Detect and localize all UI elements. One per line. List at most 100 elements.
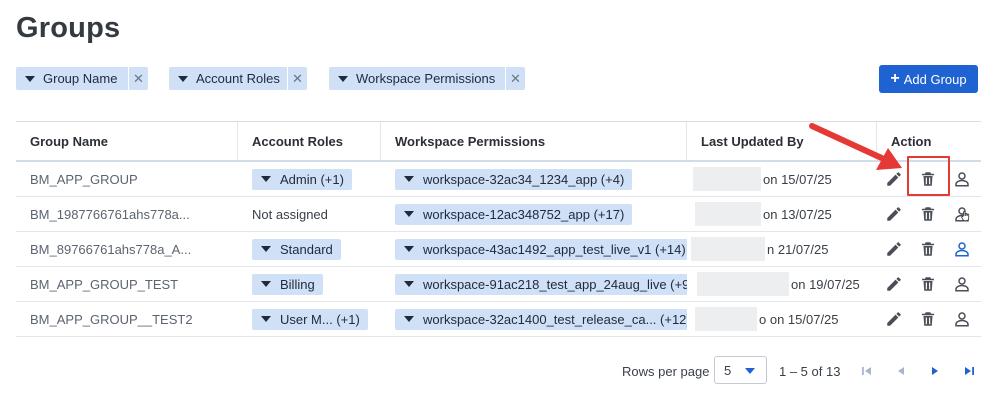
- edit-pencil-icon[interactable]: [885, 240, 903, 258]
- action-cell: [877, 197, 981, 231]
- filter-chip-label: Account Roles: [196, 71, 280, 86]
- action-cell: [877, 302, 981, 336]
- caret-down-icon: [404, 281, 414, 287]
- filter-chip-workspace-permissions[interactable]: Workspace Permissions ✕: [329, 67, 525, 90]
- user-icon[interactable]: [953, 205, 971, 223]
- close-icon[interactable]: ✕: [505, 67, 525, 90]
- redacted-user: [693, 167, 761, 191]
- workspace-tag[interactable]: workspace-43ac1492_app_test_live_v1 (+14…: [395, 238, 687, 260]
- redacted-user: [695, 202, 761, 226]
- caret-down-icon: [25, 75, 35, 82]
- role-tag[interactable]: Billing: [252, 273, 323, 295]
- workspace-tag-label: workspace-12ac348752_app (+17): [423, 206, 625, 222]
- last-updated-cell: on 13/07/25: [687, 197, 877, 231]
- delete-trash-icon[interactable]: [919, 205, 937, 223]
- role-tag[interactable]: Standard: [252, 238, 341, 260]
- user-icon[interactable]: [953, 170, 971, 188]
- role-tag[interactable]: User M... (+1): [252, 308, 368, 330]
- caret-down-icon: [404, 176, 414, 182]
- filter-chip-group-name[interactable]: Group Name ✕: [16, 67, 148, 90]
- filter-chip-account-roles[interactable]: Account Roles ✕: [169, 67, 307, 90]
- workspace-cell: workspace-91ac218_test_app_24aug_live (+…: [381, 267, 687, 301]
- pagination: Rows per page 5 1 – 5 of 13: [0, 356, 1005, 386]
- column-header-account-roles[interactable]: Account Roles: [238, 122, 381, 160]
- caret-down-icon: [338, 75, 348, 82]
- workspace-tag-label: workspace-43ac1492_app_test_live_v1 (+14…: [423, 241, 686, 257]
- redacted-user: [697, 272, 789, 296]
- table-row: BM_1987766761ahs778a... Not assigned wor…: [16, 197, 981, 232]
- delete-trash-icon[interactable]: [919, 240, 937, 258]
- redacted-user: [691, 237, 765, 261]
- close-icon[interactable]: ✕: [287, 67, 307, 90]
- close-icon[interactable]: ✕: [128, 67, 148, 90]
- role-tag-label: User M... (+1): [280, 311, 360, 327]
- caret-down-icon: [178, 75, 188, 82]
- user-icon[interactable]: [953, 310, 971, 328]
- column-header-workspace-permissions[interactable]: Workspace Permissions: [381, 122, 687, 160]
- workspace-tag[interactable]: workspace-12ac348752_app (+17): [395, 203, 633, 225]
- group-name-cell[interactable]: BM_89766761ahs778a_A...: [16, 232, 238, 266]
- first-page-icon[interactable]: [859, 363, 875, 379]
- action-cell: [877, 267, 981, 301]
- next-page-icon[interactable]: [927, 363, 943, 379]
- table-row: BM_89766761ahs778a_A... Standard workspa…: [16, 232, 981, 267]
- updated-date: n 21/07/25: [767, 241, 829, 257]
- account-roles-cell: Admin (+1): [238, 162, 381, 196]
- user-icon[interactable]: [953, 275, 971, 293]
- workspace-tag-label: workspace-32ac34_1234_app (+4): [423, 171, 625, 187]
- updated-date: on 13/07/25: [763, 206, 832, 222]
- caret-down-icon: [261, 316, 271, 322]
- table-row: BM_APP_GROUP_TEST Billing workspace-91ac…: [16, 267, 981, 302]
- caret-down-icon: [404, 316, 414, 322]
- group-name-cell[interactable]: BM_1987766761ahs778a...: [16, 197, 238, 231]
- last-updated-cell: n 21/07/25: [687, 232, 877, 266]
- action-cell: [877, 232, 981, 266]
- column-header-group-name[interactable]: Group Name: [16, 122, 238, 160]
- workspace-tag[interactable]: workspace-91ac218_test_app_24aug_live (+…: [395, 273, 687, 295]
- delete-highlight-box: [907, 156, 950, 196]
- delete-trash-icon[interactable]: [919, 310, 937, 328]
- workspace-cell: workspace-12ac348752_app (+17): [381, 197, 687, 231]
- edit-pencil-icon[interactable]: [885, 275, 903, 293]
- page-title: Groups: [16, 12, 121, 44]
- last-updated-cell: o on 15/07/25: [687, 302, 877, 336]
- updated-date: on 19/07/25: [791, 276, 860, 292]
- caret-down-icon: [745, 368, 755, 374]
- rows-per-page-value: 5: [724, 362, 732, 378]
- workspace-tag-label: workspace-91ac218_test_app_24aug_live (+…: [423, 276, 687, 292]
- group-name-cell[interactable]: BM_APP_GROUP: [16, 162, 238, 196]
- pagination-range: 1 – 5 of 13: [779, 364, 841, 379]
- role-tag-label: Standard: [280, 241, 333, 257]
- redacted-user: [695, 307, 757, 331]
- group-name-cell[interactable]: BM_APP_GROUP__TEST2: [16, 302, 238, 336]
- account-roles-cell: User M... (+1): [238, 302, 381, 336]
- workspace-tag[interactable]: workspace-32ac1400_test_release_ca... (+…: [395, 308, 687, 330]
- edit-pencil-icon[interactable]: [885, 310, 903, 328]
- add-group-label: Add Group: [903, 71, 967, 87]
- delete-trash-icon[interactable]: [919, 275, 937, 293]
- workspace-tag[interactable]: workspace-32ac34_1234_app (+4): [395, 168, 633, 190]
- rows-per-page-select[interactable]: 5: [714, 356, 767, 384]
- annotation-arrow: [809, 123, 902, 170]
- workspace-tag-label: workspace-32ac1400_test_release_ca... (+…: [423, 311, 687, 327]
- rows-per-page-label: Rows per page: [622, 364, 710, 379]
- edit-pencil-icon[interactable]: [885, 205, 903, 223]
- user-icon[interactable]: [953, 240, 971, 258]
- workspace-cell: workspace-32ac34_1234_app (+4): [381, 162, 687, 196]
- filter-chip-label: Group Name: [43, 71, 118, 86]
- caret-down-icon: [261, 281, 271, 287]
- updated-date: o on 15/07/25: [759, 311, 839, 327]
- caret-down-icon: [404, 211, 414, 217]
- group-name-cell[interactable]: BM_APP_GROUP_TEST: [16, 267, 238, 301]
- role-tag[interactable]: Admin (+1): [252, 168, 352, 190]
- prev-page-icon[interactable]: [893, 363, 909, 379]
- last-page-icon[interactable]: [961, 363, 977, 379]
- workspace-cell: workspace-32ac1400_test_release_ca... (+…: [381, 302, 687, 336]
- add-group-button[interactable]: + Add Group: [879, 65, 978, 93]
- role-tag-label: Admin (+1): [280, 171, 344, 187]
- filter-chip-label: Workspace Permissions: [356, 71, 496, 86]
- caret-down-icon: [404, 246, 414, 252]
- role-tag-label: Billing: [280, 276, 315, 292]
- caret-down-icon: [261, 246, 271, 252]
- last-updated-cell: on 19/07/25: [687, 267, 877, 301]
